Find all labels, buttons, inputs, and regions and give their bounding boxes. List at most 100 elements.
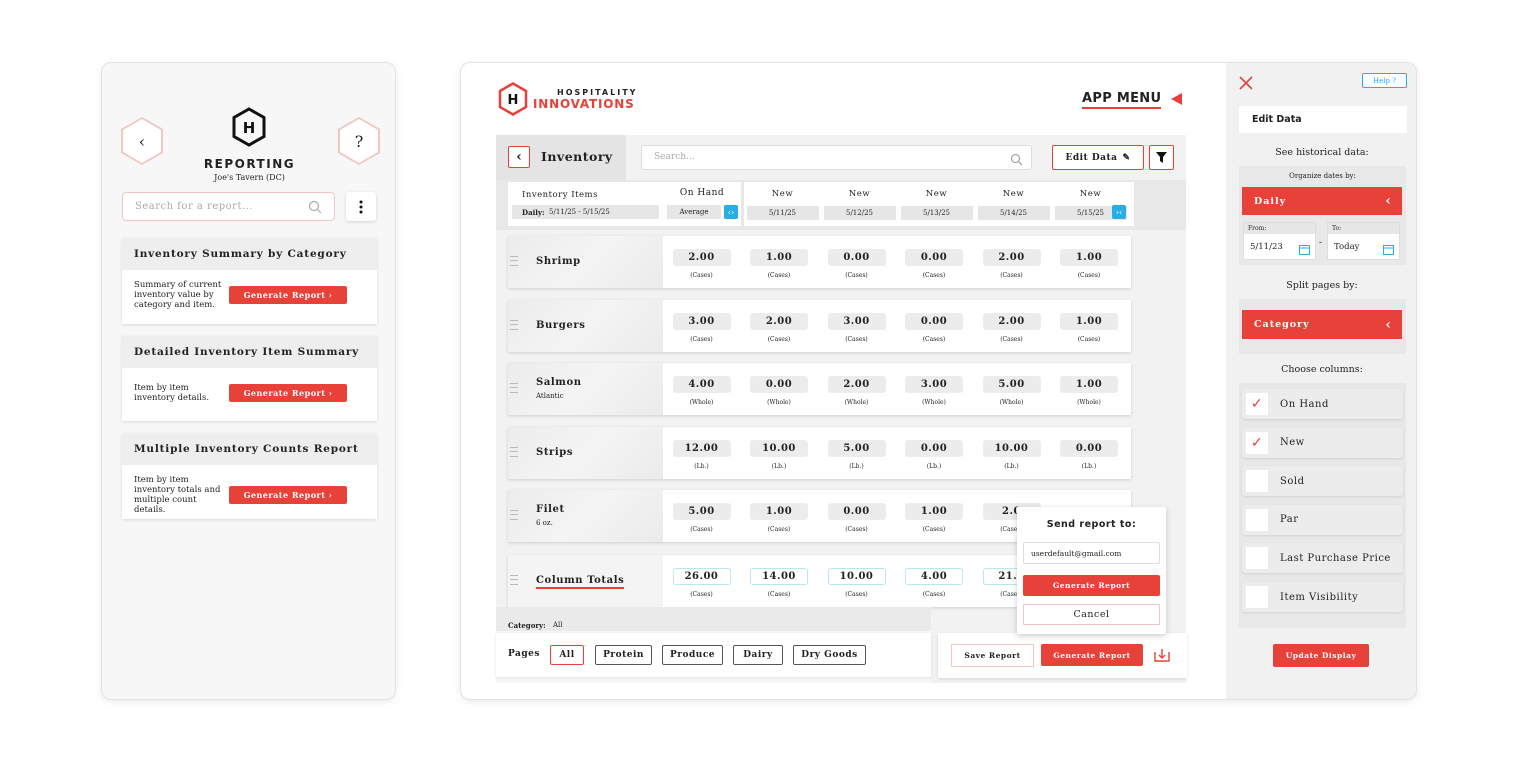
count-value[interactable]: 2.00 <box>982 249 1041 266</box>
page-tab-all[interactable]: All <box>550 645 584 665</box>
count-value[interactable]: 1.00 <box>750 249 808 266</box>
column-checkbox-par[interactable]: Par <box>1242 504 1403 535</box>
count-value[interactable]: 2.00 <box>982 312 1041 330</box>
count-value[interactable]: 1.00 <box>1060 249 1118 266</box>
chevron-left-icon: ‹ <box>1385 193 1392 209</box>
date-range[interactable]: Daily: 5/11/25 - 5/15/25 <box>512 205 659 219</box>
count-value[interactable]: 1.00 <box>1060 376 1118 394</box>
caret-left-icon[interactable] <box>1171 93 1182 105</box>
page-tab-protein[interactable]: Protein <box>595 645 652 665</box>
count-value[interactable]: 0.00 <box>1060 439 1118 457</box>
email-field[interactable]: userdefault@gmail.com <box>1023 542 1160 564</box>
column-checkbox-last-purchase-price[interactable]: Last Purchase Price <box>1242 543 1403 574</box>
count-value[interactable]: 0.00 <box>905 249 963 266</box>
download-icon[interactable] <box>1154 647 1170 667</box>
close-icon[interactable] <box>1239 75 1253 94</box>
unit-label: (Cases) <box>690 526 713 534</box>
count-value[interactable]: 12.00 <box>672 439 731 457</box>
count-value[interactable]: 2.00 <box>750 312 808 330</box>
checkbox-empty-icon[interactable] <box>1246 508 1268 531</box>
column-checkbox-sold[interactable]: Sold <box>1242 466 1403 497</box>
value-cell: 1.00 (Whole) <box>1051 363 1128 415</box>
generate-report-button[interactable]: Generate Report › <box>229 286 347 304</box>
from-date-field[interactable]: From: 5/11/23 <box>1243 222 1316 260</box>
expand-columns-icon[interactable]: ‹› <box>724 205 738 219</box>
count-value[interactable]: 5.00 <box>827 439 886 457</box>
checkbox-empty-icon[interactable] <box>1246 547 1268 570</box>
popup-generate-button[interactable]: Generate Report <box>1023 575 1160 596</box>
help-button[interactable]: Help ? <box>1362 73 1407 88</box>
count-value[interactable]: 0.00 <box>750 376 808 394</box>
to-date-field[interactable]: To: Today <box>1327 222 1400 260</box>
page-tab-dairy[interactable]: Dairy <box>733 645 783 665</box>
table-row[interactable]: Strips 12.00 (Lb.) 10.00 (Lb.) 5.00 (Lb.) 0.00 (… <box>508 426 1131 479</box>
count-value[interactable]: 0.00 <box>905 312 963 330</box>
count-value[interactable]: 10.00 <box>982 439 1041 457</box>
checkbox-empty-icon[interactable] <box>1246 586 1268 608</box>
drag-handle-icon[interactable] <box>510 319 518 330</box>
count-value[interactable]: 4.00 <box>672 376 731 394</box>
drag-handle-icon[interactable] <box>510 510 518 521</box>
count-value[interactable]: 2.00 <box>672 249 731 266</box>
save-report-button[interactable]: Save Report <box>951 644 1034 667</box>
checkmark-icon[interactable]: ✓ <box>1246 393 1268 415</box>
back-button[interactable]: ‹ <box>508 146 530 168</box>
filter-button[interactable] <box>1149 145 1174 170</box>
page-tab-produce[interactable]: Produce <box>662 645 723 665</box>
column-checkbox-on-hand[interactable]: ✓ On Hand <box>1242 389 1403 419</box>
column-header-label: New <box>925 189 948 199</box>
checkbox-empty-icon[interactable] <box>1246 470 1268 493</box>
pages-label: Pages <box>508 649 540 659</box>
inventory-search-input[interactable]: Search... <box>641 145 1032 170</box>
drag-handle-icon[interactable] <box>510 446 518 457</box>
generate-report-button[interactable]: Generate Report › <box>229 384 347 402</box>
count-value[interactable]: 1.00 <box>905 503 963 521</box>
value-cell: 2.00 (Cases) <box>973 236 1050 288</box>
count-value[interactable]: 0.00 <box>905 439 963 457</box>
count-value[interactable]: 0.00 <box>827 503 886 521</box>
items-header: Inventory Items <box>522 190 598 200</box>
unit-label: (Cases) <box>845 591 868 598</box>
count-value[interactable]: 5.00 <box>672 503 731 521</box>
calendar-icon <box>1299 240 1310 259</box>
unit-label: (Lb.) <box>1004 462 1019 470</box>
generate-report-button[interactable]: Generate Report › <box>229 486 347 504</box>
count-value[interactable]: 3.00 <box>905 376 963 394</box>
table-row[interactable]: Salmon Atlantic 4.00 (Whole) 0.00 (Whole) 2.00… <box>508 363 1131 416</box>
update-display-button[interactable]: Update Display <box>1273 644 1369 667</box>
unit-label: (Cases) <box>845 526 868 534</box>
count-value[interactable]: 10.00 <box>750 439 808 457</box>
count-value[interactable]: 1.00 <box>750 503 808 521</box>
organize-dropdown[interactable]: Daily ‹ <box>1242 187 1402 215</box>
split-dropdown[interactable]: Category ‹ <box>1242 310 1402 339</box>
search-placeholder: Search for a report... <box>135 201 254 212</box>
app-menu-button[interactable]: APP MENU <box>1082 91 1162 109</box>
column-checkbox-new[interactable]: ✓ New <box>1242 427 1403 458</box>
count-value[interactable]: 2.00 <box>827 376 886 394</box>
date-range-label: Daily: <box>522 207 545 217</box>
report-search-field[interactable]: Search for a report... <box>122 192 335 221</box>
value-cell: 0.00 (Cases) <box>818 236 895 288</box>
more-options-button[interactable] <box>346 192 376 221</box>
drag-handle-icon[interactable] <box>510 383 518 394</box>
search-icon <box>308 199 322 218</box>
category-value[interactable]: All <box>553 621 563 629</box>
collapse-columns-icon[interactable]: ›‹ <box>1112 205 1126 219</box>
drag-handle-icon[interactable] <box>510 575 518 585</box>
edit-data-button[interactable]: Edit Data ✎ <box>1052 145 1144 170</box>
drag-handle-icon[interactable] <box>510 256 518 266</box>
count-value[interactable]: 3.00 <box>672 312 731 330</box>
table-row[interactable]: Burgers 3.00 (Cases) 2.00 (Cases) 3.00 (Cases)… <box>508 299 1131 352</box>
count-value[interactable]: 3.00 <box>827 312 886 330</box>
count-value[interactable]: 1.00 <box>1060 312 1118 330</box>
count-value[interactable]: 0.00 <box>827 249 886 266</box>
page-tab-dry-goods[interactable]: Dry Goods <box>793 645 866 665</box>
popup-cancel-button[interactable]: Cancel <box>1023 604 1160 625</box>
unit-label: (Lb.) <box>849 462 864 470</box>
count-value[interactable]: 5.00 <box>982 376 1041 394</box>
table-row[interactable]: Shrimp 2.00 (Cases) 1.00 (Cases) 0.00 (Cases) 0… <box>508 236 1131 288</box>
item-subtitle: Atlantic <box>536 392 564 401</box>
checkmark-icon[interactable]: ✓ <box>1246 431 1268 454</box>
column-checkbox-item-visibility[interactable]: Item Visibility <box>1242 582 1403 612</box>
generate-report-button[interactable]: Generate Report <box>1041 644 1143 666</box>
